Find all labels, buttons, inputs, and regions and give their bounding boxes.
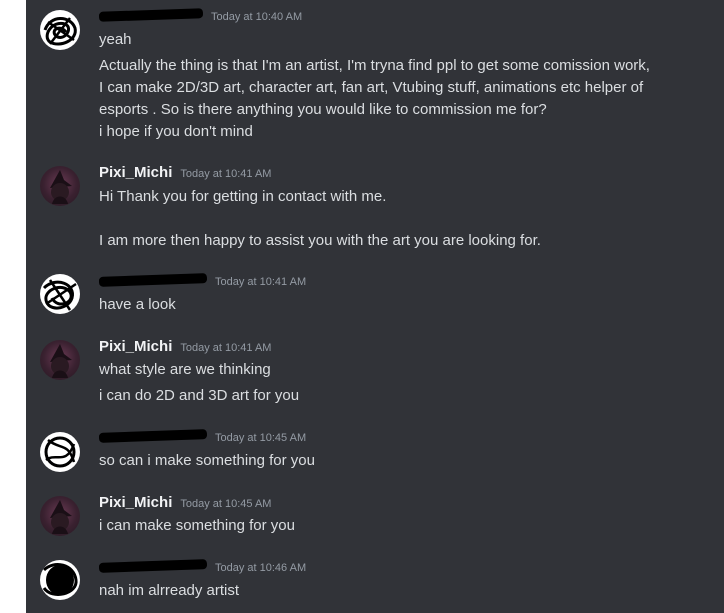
- user-avatar-scribbled[interactable]: [40, 10, 80, 50]
- timestamp: Today at 10:41 AM: [180, 168, 272, 180]
- message-text: Hi Thank you for getting in contact with…: [99, 188, 387, 205]
- timestamp: Today at 10:46 AM: [215, 562, 307, 574]
- user-avatar[interactable]: [40, 496, 80, 536]
- message-text: yeah: [99, 31, 132, 48]
- message-text: esports . So is there anything you would…: [99, 101, 547, 118]
- message-text: so can i make something for you: [99, 452, 315, 469]
- message-text: what style are we thinking: [99, 361, 271, 378]
- username-redacted[interactable]: [98, 8, 204, 22]
- left-edge-panel: [0, 0, 26, 613]
- username[interactable]: Pixi_Michi: [99, 494, 172, 511]
- message-text: nah im alrready artist: [99, 582, 240, 599]
- user-avatar[interactable]: [40, 340, 80, 380]
- user-avatar-scribbled[interactable]: [40, 274, 80, 314]
- username-redacted[interactable]: [98, 559, 208, 573]
- username-redacted[interactable]: [98, 273, 208, 287]
- username[interactable]: Pixi_Michi: [99, 164, 172, 181]
- chat-message-list: Today at 10:40 AM yeah Actually the thin…: [26, 0, 724, 613]
- message-text: I can make 2D/3D art, character art, fan…: [99, 79, 644, 96]
- message-text: i can do 2D and 3D art for you: [99, 387, 300, 404]
- username[interactable]: Pixi_Michi: [99, 338, 172, 355]
- message-text: Actually the thing is that I'm an artist…: [99, 57, 650, 74]
- timestamp: Today at 10:41 AM: [215, 276, 307, 288]
- timestamp: Today at 10:45 AM: [180, 498, 272, 510]
- message-text: have a look: [99, 296, 176, 313]
- message-text: I am more then happy to assist you with …: [99, 232, 541, 249]
- user-avatar-scribbled[interactable]: [40, 432, 80, 472]
- timestamp: Today at 10:41 AM: [180, 342, 272, 354]
- message-text: i hope if you don't mind: [99, 123, 253, 140]
- message-text: i can make something for you: [99, 517, 295, 534]
- username-redacted[interactable]: [98, 429, 208, 443]
- timestamp: Today at 10:40 AM: [211, 11, 303, 23]
- timestamp: Today at 10:45 AM: [215, 432, 307, 444]
- user-avatar[interactable]: [40, 166, 80, 206]
- user-avatar-scribbled[interactable]: [40, 560, 80, 600]
